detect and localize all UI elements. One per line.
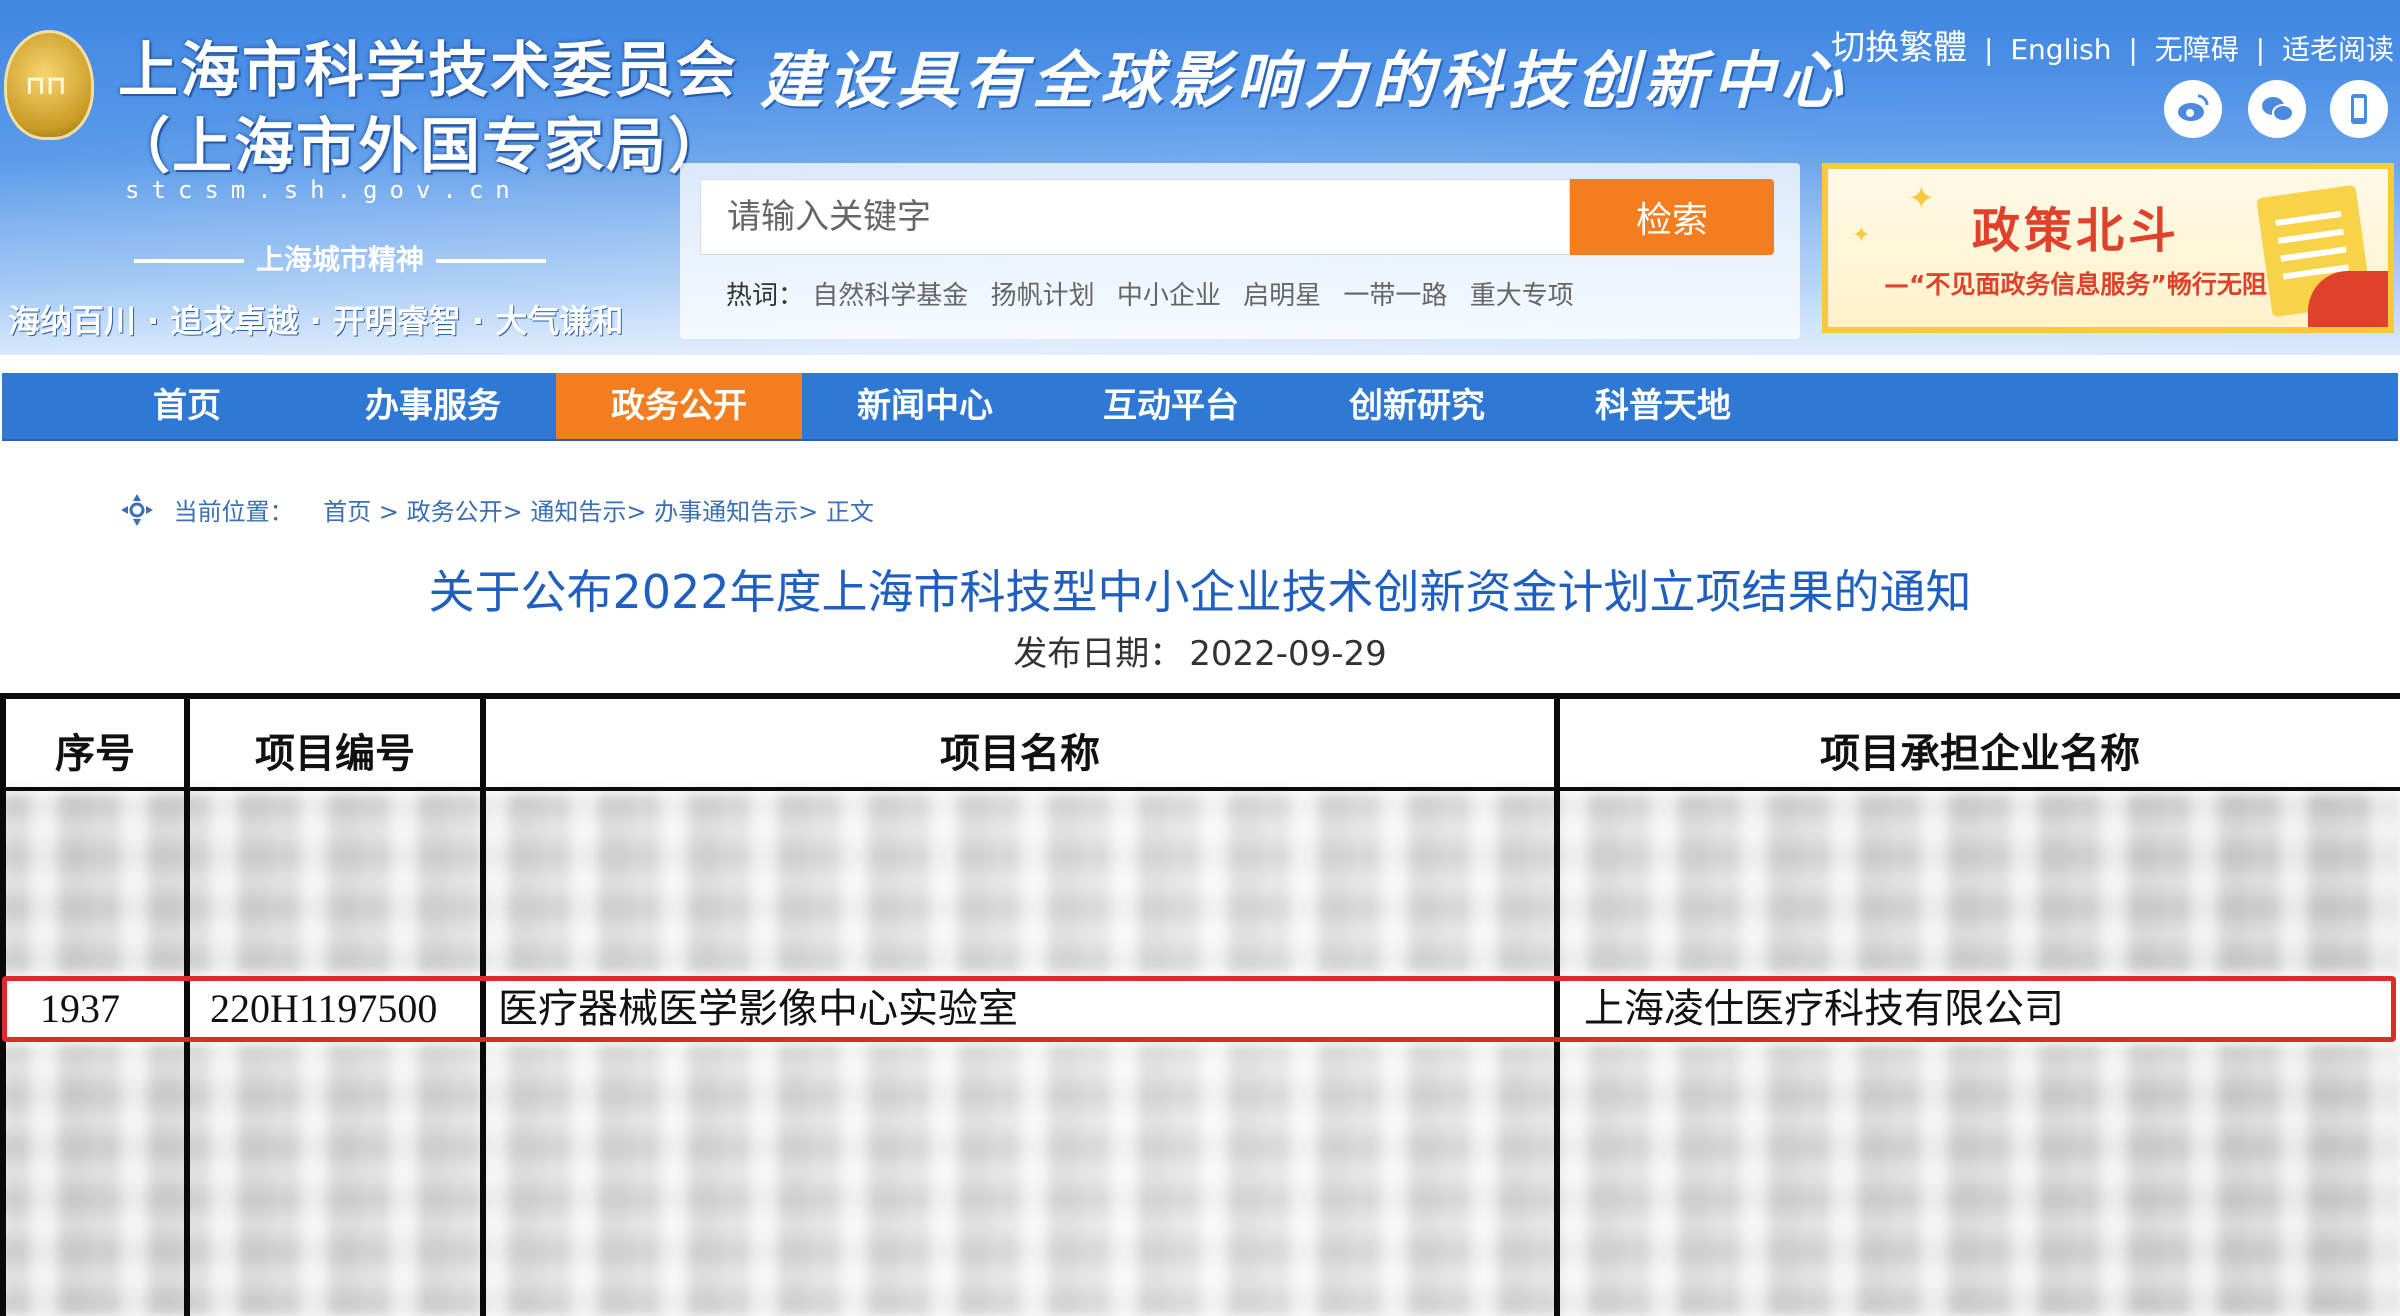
hot-word-link[interactable]: 重大专项 [1470,281,1574,311]
hot-words: 热词： 自然科学基金 扬帆计划 中小企业 启明星 一带一路 重大专项 [726,275,1588,312]
search-box: 检索 热词： 自然科学基金 扬帆计划 中小企业 启明星 一带一路 重大专项 [680,163,1800,339]
column-header-project-name: 项目名称 [940,731,1100,777]
logo-emblem-icon[interactable]: ⊓⊓ [4,30,94,140]
results-table: 序号 项目编号 项目名称 项目承担企业名称 1937 220H1197500 医… [0,693,2400,1316]
hand-icon [2308,271,2388,327]
nav-science[interactable]: 科普天地 [1540,373,1786,439]
policy-banner[interactable]: ✦ ✦ 政策北斗 —“不见面政务信息服务”畅行无阻 [1822,163,2394,333]
policy-banner-subtitle: —“不见面政务信息服务”畅行无阻 [1884,270,2267,299]
weibo-icon[interactable] [2164,80,2222,138]
link-traditional-chinese[interactable]: 切换繁體 [1831,28,1967,68]
city-spirit-title: 上海城市精神 [120,238,560,278]
sparkle-icon: ✦ [1852,223,1871,248]
nav-news[interactable]: 新闻中心 [802,373,1048,439]
main-nav: 首页 办事服务 政务公开 新闻中心 互动平台 创新研究 科普天地 [2,373,2398,441]
breadcrumb-home[interactable]: 首页 > [323,498,399,526]
nav-home[interactable]: 首页 [64,373,310,439]
hot-word-link[interactable]: 一带一路 [1343,281,1447,311]
search-button[interactable]: 检索 [1570,179,1774,255]
breadcrumb-gov-info[interactable]: 政务公开> [407,498,523,526]
breadcrumb-service-notices[interactable]: 办事通知告示> [654,498,818,526]
org-name[interactable]: 上海市科学技术委员会 [118,22,738,109]
page-title: 关于公布2022年度上海市科技型中小企业技术创新资金计划立项结果的通知 [428,565,1972,619]
site-domain: stcsm.sh.gov.cn [125,176,522,204]
hot-words-label: 热词： [726,281,805,311]
breadcrumb-notices[interactable]: 通知告示> [530,498,646,526]
breadcrumb-label: 当前位置： [173,498,294,526]
hot-word-link[interactable]: 自然科学基金 [812,281,968,311]
redacted-rows [0,1045,2400,1316]
breadcrumb-current: 正文 [825,498,874,526]
nav-services[interactable]: 办事服务 [310,373,556,439]
sparkle-icon: ✦ [1908,179,1935,217]
header-slogan: 建设具有全球影响力的科技创新中心 [760,44,1849,117]
column-header-index: 序号 [55,731,135,777]
publish-date-label: 发布日期： [1013,634,1184,674]
org-subname[interactable]: （上海市外国专家局） [110,98,730,185]
nav-gov-info[interactable]: 政务公开 [556,373,802,439]
column-header-project-id: 项目编号 [255,731,415,777]
mobile-icon[interactable] [2330,80,2388,138]
search-input[interactable] [700,179,1570,255]
city-spirit-motto: 海纳百川 · 追求卓越 · 开明睿智 · 大气谦和 [8,302,624,340]
redacted-rows [0,793,2400,973]
nav-interaction[interactable]: 互动平台 [1048,373,1294,439]
highlight-frame [2,976,2396,1042]
link-english[interactable]: English [2010,33,2111,66]
column-header-company: 项目承担企业名称 [1820,731,2140,777]
hot-word-link[interactable]: 启明星 [1243,281,1321,311]
site-header: ⊓⊓ 上海市科学技术委员会 （上海市外国专家局） stcsm.sh.gov.cn… [0,0,2400,355]
wechat-icon[interactable] [2248,80,2306,138]
location-icon [120,493,154,533]
link-accessibility[interactable]: 无障碍 [2155,33,2239,66]
nav-innovation[interactable]: 创新研究 [1294,373,1540,439]
breadcrumb: 当前位置： 首页 > 政务公开> 通知告示> 办事通知告示> 正文 [120,492,874,533]
publish-date: 发布日期： 2022-09-29 [0,626,2400,675]
top-links: 切换繁體 | English | 无障碍 | 适老阅读 [1831,28,2394,68]
hot-word-link[interactable]: 扬帆计划 [991,281,1095,311]
hot-word-link[interactable]: 中小企业 [1117,281,1221,311]
publish-date-value: 2022-09-29 [1189,634,1387,674]
link-elder-mode[interactable]: 适老阅读 [2282,33,2394,66]
policy-banner-title: 政策北斗 [1972,203,2181,259]
